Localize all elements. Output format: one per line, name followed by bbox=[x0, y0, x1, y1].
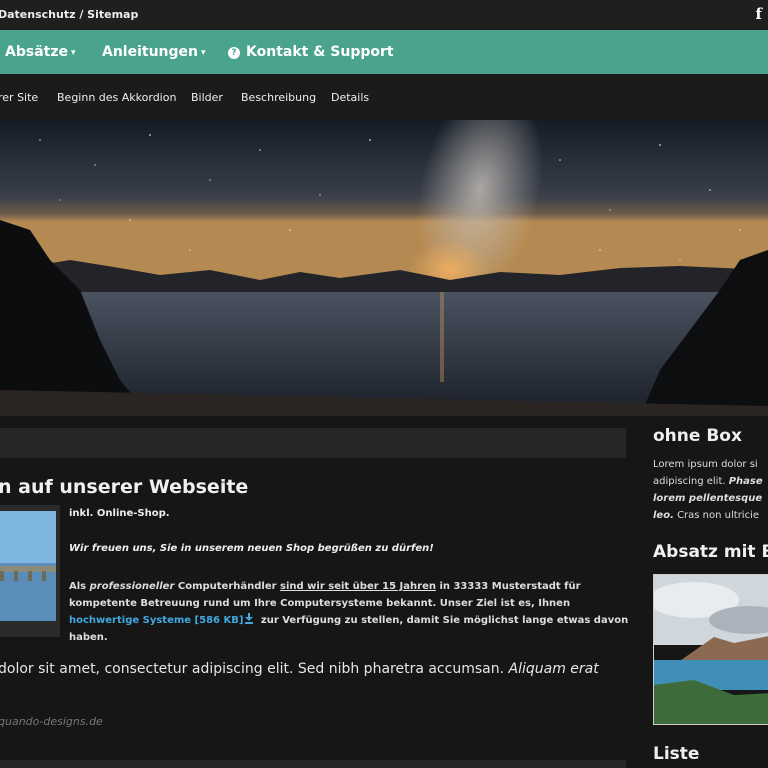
chevron-down-icon: ▾ bbox=[70, 48, 76, 58]
night-sky-lake-image bbox=[0, 120, 768, 416]
text-segment: Als bbox=[69, 581, 90, 592]
subnav-item[interactable]: rer Site bbox=[0, 91, 38, 104]
nav-item-anleitungen[interactable]: Anleitungen ▾ bbox=[102, 44, 206, 60]
top-bar: Datenschutz / Sitemap f bbox=[0, 0, 768, 30]
subnav-item[interactable]: Beginn des Akkordion bbox=[57, 91, 176, 104]
lorem-paragraph: dolor sit amet, consectetur adipiscing e… bbox=[0, 661, 599, 677]
sidebar-heading: Liste bbox=[653, 744, 700, 764]
privacy-sitemap-links[interactable]: Datenschutz / Sitemap bbox=[0, 8, 138, 21]
page-heading: n auf unserer Webseite bbox=[0, 476, 249, 498]
text-segment: Aliquam erat bbox=[508, 661, 599, 677]
sidebar-text: Lorem ipsum dolor si adipiscing elit. Ph… bbox=[653, 456, 768, 524]
text-segment: leo. bbox=[653, 510, 674, 521]
welcome-text: Wir freuen uns, Sie in unserem neuen Sho… bbox=[69, 543, 434, 554]
anchor-navigation: rer Site Beginn des Akkordion Bilder Bes… bbox=[0, 74, 768, 120]
content-thumbnail[interactable] bbox=[0, 505, 60, 637]
question-icon: ? bbox=[228, 47, 240, 59]
subnav-item[interactable]: Bilder bbox=[191, 91, 223, 104]
sidebar-image[interactable] bbox=[653, 574, 768, 725]
description-paragraph: Als professioneller Computerhändler sind… bbox=[69, 578, 629, 646]
text-segment: dolor sit amet, consectetur adipiscing e… bbox=[0, 661, 509, 677]
text-segment: lorem pellentesque bbox=[653, 493, 763, 504]
text-segment: Phase bbox=[728, 476, 763, 487]
download-icon[interactable] bbox=[245, 613, 254, 624]
nav-item-label: Anleitungen bbox=[102, 44, 199, 60]
bridge-image bbox=[0, 511, 56, 621]
sidebar: ohne Box Lorem ipsum dolor si adipiscing… bbox=[640, 416, 768, 768]
text-segment: Cras non ultricie bbox=[673, 510, 760, 521]
text-segment: Lorem ipsum dolor si bbox=[653, 459, 758, 470]
intro-text: inkl. Online-Shop. bbox=[69, 508, 170, 519]
source-credit: quando-designs.de bbox=[0, 715, 103, 728]
underlined-text: sind wir seit über 15 Jahren bbox=[280, 581, 436, 592]
text-segment: adipiscing elit. bbox=[653, 476, 729, 487]
subnav-item[interactable]: Details bbox=[331, 91, 369, 104]
text-segment: professioneller bbox=[89, 581, 175, 592]
main-navigation: Absätze ▾ Anleitungen ▾ ? Kontakt & Support bbox=[0, 30, 768, 74]
subnav-item[interactable]: Beschreibung bbox=[241, 91, 316, 104]
text-segment: Computerhändler bbox=[174, 581, 281, 592]
sidebar-heading: Absatz mit B bbox=[653, 542, 768, 562]
nav-item-label: Kontakt & Support bbox=[246, 44, 394, 60]
download-link[interactable]: hochwertige Systeme [586 KB] bbox=[69, 615, 243, 626]
nav-item-absaetze[interactable]: Absätze ▾ bbox=[5, 44, 76, 60]
hero-image bbox=[0, 120, 768, 416]
nav-item-label: Absätze bbox=[5, 44, 68, 60]
nav-item-kontakt[interactable]: ? Kontakt & Support bbox=[228, 44, 394, 60]
chevron-down-icon: ▾ bbox=[201, 48, 206, 58]
mountain-lake-image bbox=[654, 575, 768, 724]
sidebar-heading: ohne Box bbox=[653, 426, 742, 446]
content-footer-bar bbox=[0, 760, 626, 768]
content-header-bar bbox=[0, 428, 626, 458]
facebook-icon[interactable]: f bbox=[756, 5, 762, 23]
